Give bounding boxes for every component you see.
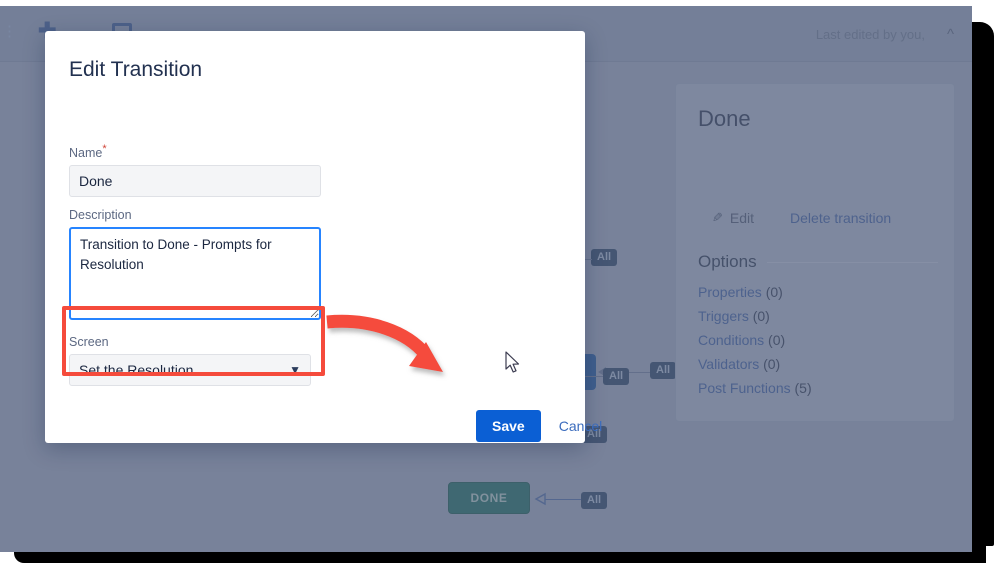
dialog-actions: Save Cancel [476, 410, 602, 442]
screenshot-root: All All [0, 0, 994, 563]
screen-label: Screen [69, 335, 109, 349]
dialog-title: Edit Transition [69, 58, 203, 81]
description-field-group: Description [69, 208, 321, 325]
window-shadow-right [972, 22, 994, 546]
name-label-text: Name [69, 146, 103, 161]
save-button[interactable]: Save [476, 410, 541, 442]
edit-transition-dialog: Edit Transition Name* Description Screen… [45, 31, 602, 443]
cancel-button[interactable]: Cancel [559, 418, 603, 434]
required-marker: * [102, 143, 107, 155]
description-label: Description [69, 208, 132, 222]
name-label: Name* [69, 143, 321, 160]
description-textarea[interactable] [69, 227, 321, 320]
screen-field-group: Screen Set the Resolution ▼ [69, 335, 311, 386]
screen-select-wrapper[interactable]: Set the Resolution ▼ [69, 354, 311, 386]
screen-select[interactable]: Set the Resolution [69, 354, 311, 386]
application-window: All All [0, 6, 972, 552]
name-field-group: Name* [69, 143, 321, 198]
name-input[interactable] [69, 165, 321, 198]
